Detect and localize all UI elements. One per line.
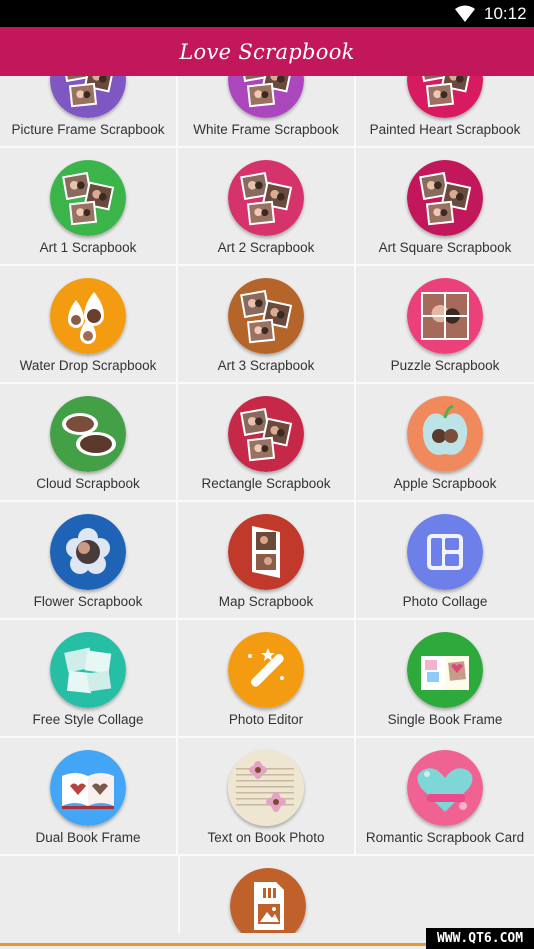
grid-item-romantic-card[interactable]: Romantic Scrapbook Card <box>356 738 534 854</box>
grid-item-label: Text on Book Photo <box>207 830 325 845</box>
picture-frame-icon <box>50 76 126 118</box>
photo-collage-icon <box>407 514 483 590</box>
romantic-card-icon <box>407 750 483 826</box>
grid-item-label: Single Book Frame <box>387 712 503 727</box>
grid-item-water-drop[interactable]: Water Drop Scrapbook <box>0 266 178 382</box>
grid-item-label: Puzzle Scrapbook <box>390 358 500 373</box>
grid-item-label: Romantic Scrapbook Card <box>365 830 525 845</box>
grid-item-apple[interactable]: Apple Scrapbook <box>356 384 534 500</box>
painted-heart-icon <box>407 76 483 118</box>
art1-icon <box>50 160 126 236</box>
cloud-icon <box>50 396 126 472</box>
grid-item-picture-frame[interactable]: Picture Frame Scrapbook <box>0 76 178 146</box>
grid-row: Art 1 Scrapbook Art 2 Scrapbook Art Square… <box>0 148 534 266</box>
app-title: Love Scrapbook <box>179 39 355 64</box>
grid-item-text-on-book[interactable]: Text on Book Photo <box>178 738 356 854</box>
map-icon <box>228 514 304 590</box>
art-square-icon <box>407 160 483 236</box>
grid-item-single-book[interactable]: Single Book Frame <box>356 620 534 736</box>
grid-item-art3[interactable]: Art 3 Scrapbook <box>178 266 356 382</box>
grid-item-photo-collage[interactable]: Photo Collage <box>356 502 534 618</box>
grid-item-label: Apple Scrapbook <box>393 476 497 491</box>
water-drop-icon <box>50 278 126 354</box>
wifi-icon <box>455 5 475 22</box>
white-frame-icon <box>228 76 304 118</box>
grid-row: Cloud Scrapbook Rectangle Scrapbook Apple … <box>0 384 534 502</box>
grid-item-label: Photo Editor <box>228 712 304 727</box>
grid-row: Flower Scrapbook Map Scrapbook Photo Colla… <box>0 502 534 620</box>
grid-item-label: Water Drop Scrapbook <box>19 358 157 373</box>
scrapbook-grid[interactable]: Picture Frame Scrapbook White Frame Scrap… <box>0 76 534 933</box>
grid-row: Picture Frame Scrapbook White Frame Scrap… <box>0 76 534 148</box>
photo-editor-icon <box>228 632 304 708</box>
grid-item-label: Photo Collage <box>402 594 488 609</box>
apple-icon <box>407 396 483 472</box>
grid-item-label: Flower Scrapbook <box>33 594 143 609</box>
grid-row: Dual Book Frame Text on Book Photo Romanti… <box>0 738 534 856</box>
dual-book-icon <box>50 750 126 826</box>
rectangle-icon <box>228 396 304 472</box>
grid-item-dual-book[interactable]: Dual Book Frame <box>0 738 178 854</box>
grid-item-white-frame[interactable]: White Frame Scrapbook <box>178 76 356 146</box>
grid-item-label: Art Square Scrapbook <box>378 240 512 255</box>
grid-item-label: Painted Heart Scrapbook <box>369 122 521 137</box>
grid-item-label: Art 3 Scrapbook <box>217 358 315 373</box>
art2-icon <box>228 160 304 236</box>
art3-icon <box>228 278 304 354</box>
grid-item-painted-heart[interactable]: Painted Heart Scrapbook <box>356 76 534 146</box>
grid-item-rectangle[interactable]: Rectangle Scrapbook <box>178 384 356 500</box>
grid-item-cloud[interactable]: Cloud Scrapbook <box>0 384 178 500</box>
status-time: 10:12 <box>484 4 527 23</box>
grid-item-art1[interactable]: Art 1 Scrapbook <box>0 148 178 264</box>
grid-item-puzzle[interactable]: Puzzle Scrapbook <box>356 266 534 382</box>
grid-item-photo-editor[interactable]: Photo Editor <box>178 620 356 736</box>
grid-row: Water Drop Scrapbook Art 3 Scrapbook Puzzl… <box>0 266 534 384</box>
status-bar: 10:12 <box>0 0 534 27</box>
grid-row: Free Style Collage Photo Editor Single Boo… <box>0 620 534 738</box>
flower-icon <box>50 514 126 590</box>
watermark: WWW.QT6.COM <box>426 928 534 949</box>
free-style-collage-icon <box>50 632 126 708</box>
single-book-icon <box>407 632 483 708</box>
grid-item-label: White Frame Scrapbook <box>193 122 339 137</box>
grid-item-label: Art 1 Scrapbook <box>39 240 137 255</box>
grid-item-art2[interactable]: Art 2 Scrapbook <box>178 148 356 264</box>
grid-item-flower[interactable]: Flower Scrapbook <box>0 502 178 618</box>
grid-item-label: Map Scrapbook <box>218 594 314 609</box>
puzzle-icon <box>407 278 483 354</box>
grid-item-art-square[interactable]: Art Square Scrapbook <box>356 148 534 264</box>
text-on-book-icon <box>228 750 304 826</box>
grid-item-label: Dual Book Frame <box>35 830 141 845</box>
grid-item-label: Cloud Scrapbook <box>36 476 140 491</box>
app-bar: Love Scrapbook <box>0 27 534 76</box>
grid-item-map[interactable]: Map Scrapbook <box>178 502 356 618</box>
grid-item-label: Art 2 Scrapbook <box>217 240 315 255</box>
grid-item-label: Free Style Collage <box>32 712 144 727</box>
saved-photos-icon <box>230 868 306 933</box>
grid-item-saved-photos[interactable]: Saved Photos <box>178 856 356 933</box>
grid-row: Saved Photos <box>0 856 534 933</box>
grid-item-label: Rectangle Scrapbook <box>201 476 331 491</box>
grid-item-free-style-collage[interactable]: Free Style Collage <box>0 620 178 736</box>
grid-item-label: Picture Frame Scrapbook <box>11 122 165 137</box>
